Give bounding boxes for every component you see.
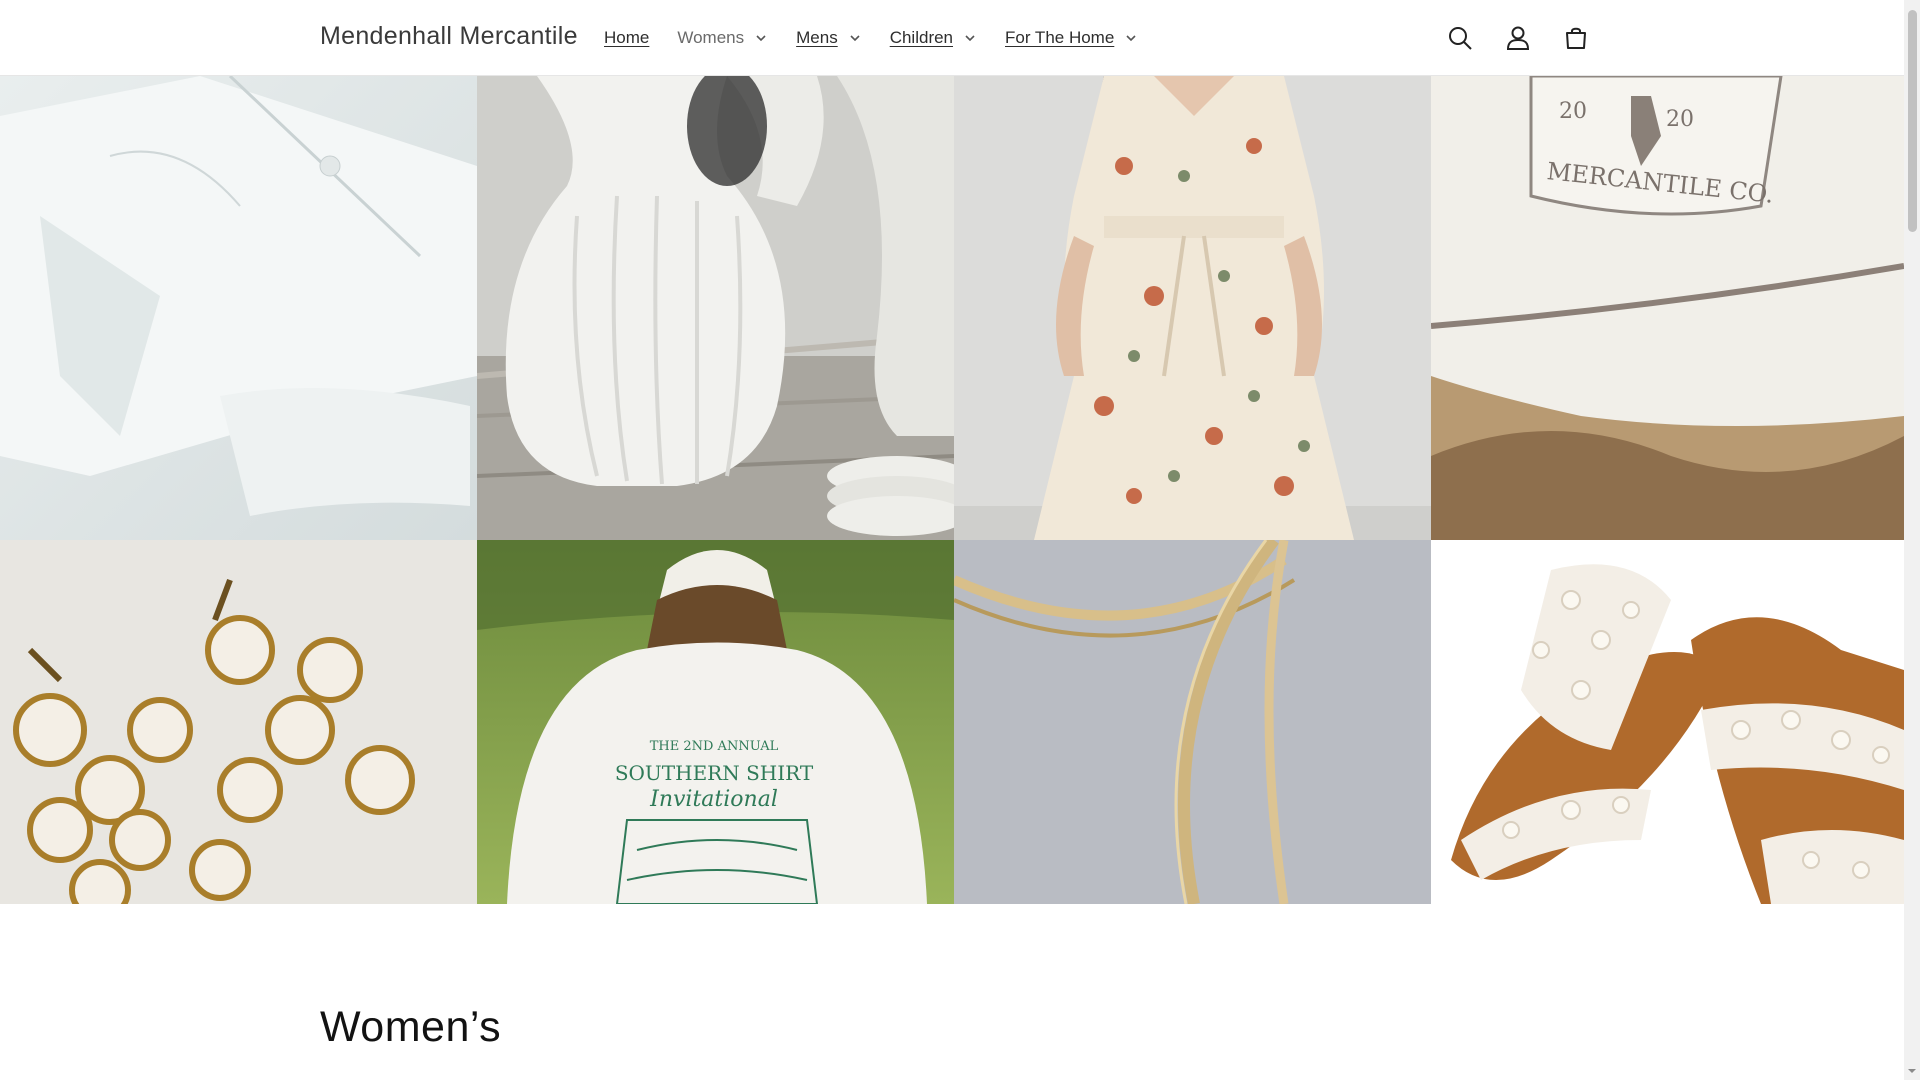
nav-womens-label: Womens [677, 28, 745, 47]
shirt-image: THE 2ND ANNUAL SOUTHERN SHIRT Invitation… [477, 540, 954, 904]
mosaic-tile-earrings[interactable] [0, 540, 477, 904]
page-scrollbar[interactable] [1904, 0, 1920, 1080]
nav-for-the-home-label: For The Home [1005, 28, 1115, 47]
chevron-down-icon [965, 35, 975, 42]
image-mosaic: 20 20 MERCANTILE CO. THE 2ND ANNUAL SOUT… [0, 76, 1904, 904]
nav-children-label: Children [889, 28, 954, 47]
shirt-print-line1: THE 2ND ANNUAL [650, 739, 779, 754]
nav-mens-label: Mens [796, 28, 838, 47]
cart-icon [1566, 27, 1586, 49]
nav-home-label: Home [604, 28, 650, 47]
search-icon [1449, 27, 1472, 50]
section-title-womens: Women’s [320, 1003, 502, 1051]
header-icons [1440, 18, 1596, 58]
cart-button[interactable] [1556, 18, 1596, 58]
mosaic-tile-blouse[interactable] [0, 76, 477, 540]
mosaic-tile-pitcher[interactable] [477, 76, 954, 540]
chevron-down-icon [850, 35, 860, 42]
blouse-image [0, 76, 477, 540]
mosaic-tile-floral-dress[interactable] [954, 76, 1431, 540]
nav-home[interactable]: Home [604, 28, 649, 48]
chevron-down-icon [756, 35, 766, 42]
cap-image: 20 20 MERCANTILE CO. [1431, 76, 1904, 540]
shirt-print-line3: Invitational [649, 787, 778, 812]
account-icon [1506, 26, 1530, 50]
chevron-down-icon [1126, 35, 1136, 42]
mosaic-tile-shirt[interactable]: THE 2ND ANNUAL SOUTHERN SHIRT Invitation… [477, 540, 954, 904]
nav-mens[interactable]: Mens [796, 28, 862, 48]
shirt-print-line2: SOUTHERN SHIRT [615, 761, 814, 785]
scroll-down-arrow-icon[interactable] [1907, 1066, 1917, 1076]
cap-year-right: 20 [1666, 107, 1694, 132]
nav-children[interactable]: Children [890, 28, 977, 48]
necklaces-image [954, 540, 1431, 904]
mosaic-tile-cap[interactable]: 20 20 MERCANTILE CO. [1431, 76, 1904, 540]
floral-dress-image [954, 76, 1431, 540]
pitcher-image [477, 76, 954, 540]
sandals-image [1431, 540, 1904, 904]
search-button[interactable] [1440, 18, 1480, 58]
main-nav: Home Womens Mens Children For The Home [604, 0, 1166, 76]
mosaic-tile-necklaces[interactable] [954, 540, 1431, 904]
nav-for-the-home[interactable]: For The Home [1005, 28, 1138, 48]
site-header: Mendenhall Mercantile Home Womens Mens C… [0, 0, 1904, 76]
page: Mendenhall Mercantile Home Womens Mens C… [0, 0, 1920, 1080]
mosaic-tile-sandals[interactable] [1431, 540, 1904, 904]
earrings-image [0, 540, 477, 904]
brand-logo-link[interactable]: Mendenhall Mercantile [320, 22, 578, 51]
scrollbar-thumb[interactable] [1908, 10, 1917, 232]
cap-year-left: 20 [1559, 99, 1587, 124]
nav-womens[interactable]: Womens [677, 28, 768, 48]
account-button[interactable] [1498, 18, 1538, 58]
